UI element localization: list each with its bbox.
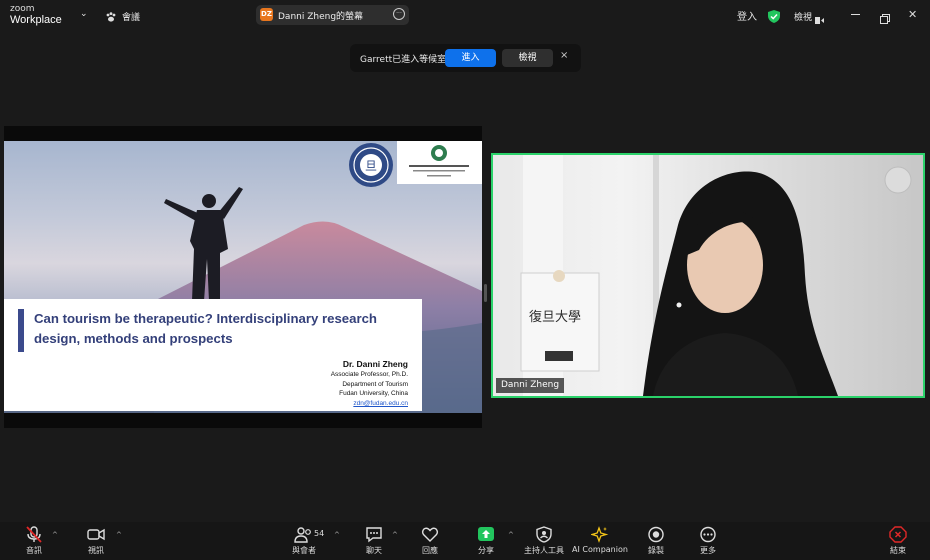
slide-textbox: Can tourism be therapeutic? Interdiscipl… bbox=[4, 299, 422, 411]
audio-button[interactable]: 音訊 bbox=[16, 526, 52, 556]
view-waiting-room-button[interactable]: 檢視 bbox=[502, 49, 553, 67]
more-label: 更多 bbox=[700, 546, 716, 555]
view-menu[interactable]: 檢視 bbox=[794, 10, 812, 23]
video-label: 視訊 bbox=[88, 546, 104, 555]
split-resize-handle[interactable] bbox=[484, 284, 487, 302]
presenter-name: Dr. Danni Zheng bbox=[342, 359, 408, 369]
share-label: 分享 bbox=[478, 546, 494, 555]
fudan-card-text: 復旦大學 bbox=[529, 310, 582, 325]
presenter-department: Department of Tourism bbox=[342, 380, 408, 388]
meeting-label[interactable]: 會議 bbox=[122, 10, 140, 23]
brand-line2: Workplace bbox=[10, 14, 62, 26]
share-screen-icon bbox=[478, 527, 494, 541]
chevron-up-icon[interactable]: ^ bbox=[334, 531, 340, 539]
admit-button[interactable]: 進入 bbox=[445, 49, 496, 67]
shield-icon bbox=[536, 526, 552, 543]
chevron-up-icon[interactable]: ^ bbox=[508, 531, 514, 539]
participants-icon bbox=[294, 527, 311, 543]
macao-office-logo bbox=[397, 141, 482, 184]
restore-icon[interactable] bbox=[880, 9, 890, 28]
reactions-button[interactable]: 回應 bbox=[412, 526, 448, 556]
more-options-icon[interactable]: ··· bbox=[393, 8, 405, 20]
chat-button[interactable]: 聊天 bbox=[356, 526, 392, 556]
participant-video-frame bbox=[520, 155, 912, 396]
mic-muted-icon bbox=[26, 526, 42, 543]
signin-link[interactable]: 登入 bbox=[737, 8, 757, 23]
end-call-icon bbox=[889, 526, 907, 543]
top-bar: zoom Workplace ⌄ 會議 DZ Danni Zheng的螢幕 ··… bbox=[0, 0, 930, 30]
window-title: Danni Zheng的螢幕 bbox=[278, 12, 364, 22]
record-label: 錄製 bbox=[648, 546, 664, 555]
camera-icon bbox=[87, 528, 105, 541]
close-window-icon[interactable]: ✕ bbox=[908, 8, 917, 21]
participant-count: 54 bbox=[314, 529, 325, 538]
heart-icon bbox=[421, 527, 439, 542]
zoom-logo: zoom Workplace bbox=[10, 4, 62, 26]
minimize-icon[interactable] bbox=[851, 14, 860, 15]
more-icon bbox=[700, 526, 716, 543]
chevron-up-icon[interactable]: ^ bbox=[392, 531, 398, 539]
participant-name-tag: Danni Zheng bbox=[496, 378, 565, 393]
waiting-room-notification: Garrett已進入等候室 進入 檢視 × bbox=[350, 44, 581, 72]
view-icon[interactable] bbox=[815, 10, 824, 29]
end-meeting-button[interactable]: 結束 bbox=[880, 526, 916, 556]
notification-message: Garrett已進入等候室 bbox=[360, 55, 447, 65]
title-badge: DZ bbox=[260, 8, 273, 21]
title-accent-bar bbox=[18, 309, 24, 352]
fudan-seal-logo: 旦 bbox=[349, 143, 393, 187]
ai-companion-label: AI Companion bbox=[572, 545, 628, 554]
participants-label: 與會者 bbox=[292, 546, 316, 555]
chat-label: 聊天 bbox=[366, 546, 382, 555]
record-button[interactable]: 錄製 bbox=[638, 526, 674, 556]
presenter-role: Associate Professor, Ph.D. bbox=[330, 371, 408, 378]
paw-icon[interactable] bbox=[105, 8, 117, 27]
chevron-up-icon[interactable]: ^ bbox=[52, 531, 58, 539]
shared-screen[interactable]: 旦 Can tourism be therapeutic? Interdisci… bbox=[4, 126, 482, 428]
chevron-down-icon[interactable]: ⌄ bbox=[80, 9, 88, 19]
participant-video-tile[interactable]: 復旦大學 Danni Zheng bbox=[491, 153, 925, 398]
more-button[interactable]: 更多 bbox=[690, 526, 726, 556]
presenter-info: Dr. Danni Zheng Associate Professor, Ph.… bbox=[331, 358, 408, 409]
shield-check-icon[interactable] bbox=[768, 8, 780, 27]
window-title-pill[interactable]: DZ Danni Zheng的螢幕 ··· bbox=[256, 5, 409, 25]
presenter-university: Fudan University, China bbox=[339, 390, 408, 397]
sparkle-icon bbox=[591, 526, 609, 543]
reactions-label: 回應 bbox=[422, 546, 438, 555]
slide-title: Can tourism be therapeutic? Interdiscipl… bbox=[34, 311, 377, 346]
host-tools-button[interactable]: 主持人工具 bbox=[520, 526, 568, 556]
end-label: 結束 bbox=[890, 546, 906, 555]
presenter-email[interactable]: zdn@fudan.edu.cn bbox=[331, 399, 408, 409]
meeting-toolbar: 音訊 ^ 視訊 ^ 與會者 54 ^ 聊天 ^ 回應 分享 ^ 主持人工具 AI… bbox=[0, 522, 930, 560]
chevron-up-icon[interactable]: ^ bbox=[116, 531, 122, 539]
presentation-slide: 旦 Can tourism be therapeutic? Interdisci… bbox=[4, 141, 482, 413]
close-notification-icon[interactable]: × bbox=[560, 50, 568, 61]
svg-text:旦: 旦 bbox=[365, 159, 377, 173]
record-icon bbox=[648, 526, 664, 543]
video-button[interactable]: 視訊 bbox=[78, 526, 114, 556]
ai-companion-button[interactable]: AI Companion bbox=[572, 526, 628, 554]
host-tools-label: 主持人工具 bbox=[524, 546, 564, 555]
chat-icon bbox=[366, 527, 382, 543]
audio-label: 音訊 bbox=[26, 546, 42, 555]
share-button[interactable]: 分享 bbox=[468, 526, 504, 556]
